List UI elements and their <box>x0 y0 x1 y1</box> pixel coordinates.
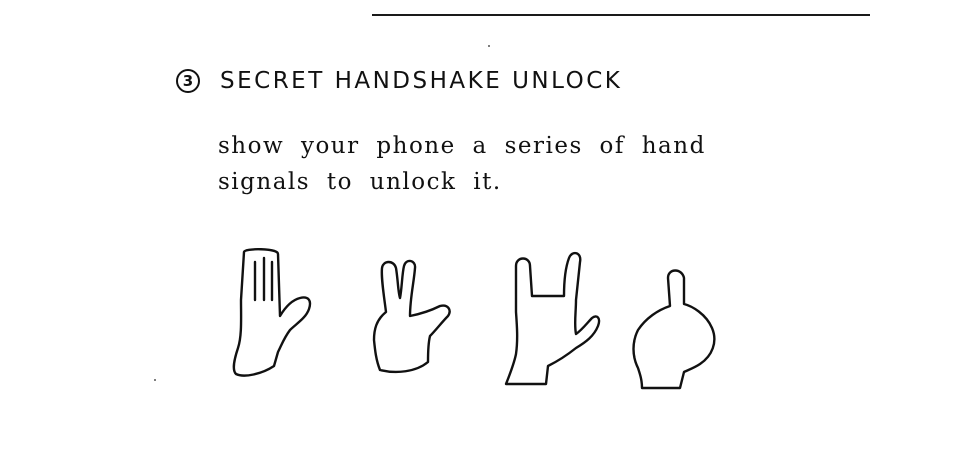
hand-signals-illustration <box>232 248 716 390</box>
peace-sign-hand-icon <box>372 259 451 374</box>
index-finger-up-hand-icon <box>632 269 716 390</box>
rock-horns-hand-icon <box>504 251 601 386</box>
open-palm-hand-icon <box>232 248 312 377</box>
